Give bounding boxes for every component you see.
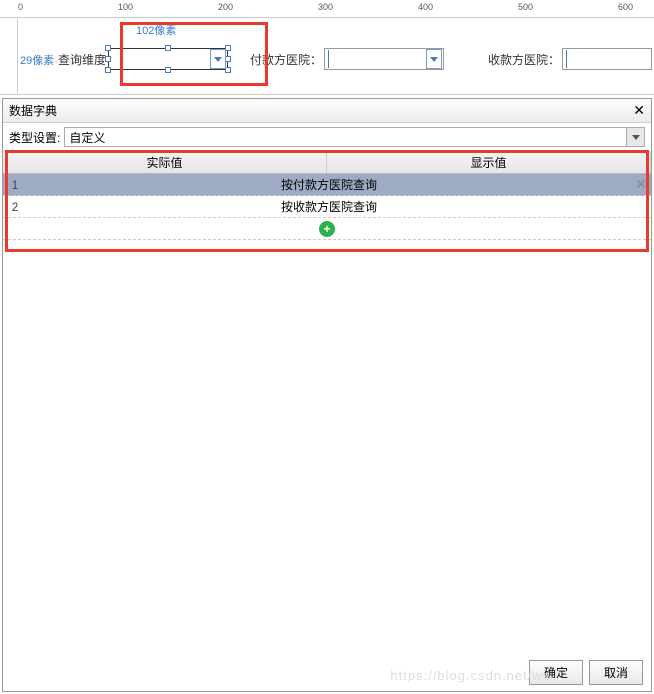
close-icon[interactable]: ✕ bbox=[633, 102, 645, 119]
pixel-label-horiz: 102像素 bbox=[136, 22, 176, 38]
chevron-down-icon bbox=[626, 128, 644, 146]
row-number: 1 bbox=[3, 178, 27, 192]
vertical-ruler bbox=[0, 18, 18, 94]
query-dim-label: 查询维度 bbox=[58, 51, 106, 68]
type-select[interactable]: 自定义 bbox=[64, 127, 645, 147]
query-dim-input[interactable] bbox=[108, 48, 228, 70]
recv-hospital-label: 收款方医院： bbox=[488, 51, 560, 68]
data-dictionary-dialog: 数据字典 ✕ 类型设置: 自定义 实际值 显示值 1 按付款方医院查询 ✕ 2 … bbox=[2, 98, 652, 692]
type-label: 类型设置: bbox=[9, 129, 60, 146]
add-icon[interactable]: + bbox=[319, 221, 335, 237]
add-row[interactable]: + bbox=[3, 218, 651, 240]
grid-header: 实际值 显示值 bbox=[3, 152, 651, 174]
table-row[interactable]: 1 按付款方医院查询 ✕ bbox=[3, 174, 651, 196]
dialog-title: 数据字典 bbox=[9, 102, 57, 119]
table-row[interactable]: 2 按收款方医院查询 bbox=[3, 196, 651, 218]
horizontal-ruler: 0 100 200 300 400 500 600 bbox=[0, 0, 654, 18]
type-select-value: 自定义 bbox=[69, 129, 105, 146]
cancel-button[interactable]: 取消 bbox=[589, 660, 643, 685]
recv-hospital-input[interactable] bbox=[562, 48, 652, 70]
watermark: https://blog.csdn.net/we bbox=[390, 668, 551, 683]
row-value: 按收款方医院查询 bbox=[27, 198, 631, 215]
ok-button[interactable]: 确定 bbox=[529, 660, 583, 685]
row-number: 2 bbox=[3, 200, 27, 214]
dropdown-icon[interactable] bbox=[210, 49, 226, 69]
pay-hospital-label: 付款方医院： bbox=[250, 51, 322, 68]
pixel-label-vert: 29像素 bbox=[20, 52, 54, 68]
delete-row-icon[interactable]: ✕ bbox=[631, 176, 651, 193]
header-actual: 实际值 bbox=[3, 152, 327, 173]
row-value: 按付款方医院查询 bbox=[27, 176, 631, 193]
pay-hospital-input[interactable] bbox=[324, 48, 444, 70]
dropdown-icon[interactable] bbox=[426, 49, 442, 69]
header-display: 显示值 bbox=[327, 152, 651, 173]
